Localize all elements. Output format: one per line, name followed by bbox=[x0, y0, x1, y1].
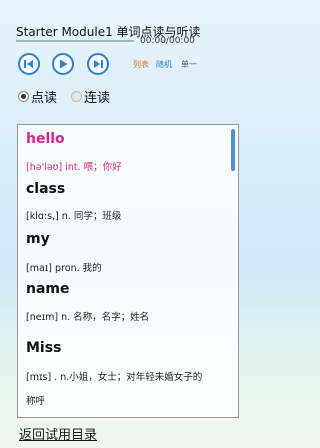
word-text: Miss bbox=[26, 340, 62, 356]
word-definition: [mɪs] . n.小姐，女士；对年轻未婚女子的 bbox=[26, 372, 203, 383]
list-mode-option[interactable]: 列表 bbox=[133, 59, 149, 70]
play-icon bbox=[60, 59, 68, 69]
time-display: 00:00/00:00 bbox=[140, 36, 195, 46]
skip-next-icon bbox=[94, 60, 103, 68]
word-definition: [maɪ] pron. 我的 bbox=[26, 263, 102, 274]
previous-button[interactable] bbox=[18, 53, 40, 75]
app: Starter Module1 单词点读与听读 00:00/00:00 列表 随… bbox=[0, 0, 247, 448]
radio-unselected-icon bbox=[71, 91, 83, 102]
list-item[interactable]: Miss bbox=[26, 340, 61, 356]
mode-label: 连读 bbox=[84, 91, 111, 106]
word-text: class bbox=[26, 181, 66, 197]
list-item[interactable]: my bbox=[26, 231, 50, 247]
word-definition: [hə'ləʊ] int. 喂；你好 bbox=[26, 162, 122, 173]
skip-previous-icon bbox=[24, 60, 33, 68]
word-text: name bbox=[26, 281, 70, 297]
word-definition-continued: 称呼 bbox=[26, 396, 46, 407]
word-text: hello bbox=[26, 131, 65, 147]
random-mode-option[interactable]: 随机 bbox=[156, 59, 172, 70]
next-button[interactable] bbox=[87, 53, 109, 75]
scrollbar[interactable] bbox=[231, 129, 235, 171]
word-definition: [klɑ:s,] n. 同学；班级 bbox=[26, 211, 122, 222]
progress-bar[interactable] bbox=[16, 40, 134, 42]
mode-radio-lianread[interactable]: 连读 bbox=[71, 87, 110, 106]
word-list[interactable]: hello [hə'ləʊ] int. 喂；你好 class [klɑ:s,] … bbox=[17, 124, 239, 418]
word-text: my bbox=[26, 231, 50, 247]
mode-label: 点读 bbox=[31, 91, 58, 106]
list-item[interactable]: hello bbox=[26, 131, 65, 147]
single-mode-option[interactable]: 单一 bbox=[181, 59, 197, 70]
mode-radio-dianread[interactable]: 点读 bbox=[18, 87, 57, 106]
list-item[interactable]: class bbox=[26, 181, 65, 197]
play-button[interactable] bbox=[52, 53, 74, 75]
back-to-catalog-link[interactable]: 返回试用目录 bbox=[19, 424, 97, 443]
list-item[interactable]: name bbox=[26, 281, 70, 297]
mode-selector: 点读 连读 bbox=[18, 87, 124, 106]
word-definition: [neɪm] n. 名称，名字；姓名 bbox=[26, 312, 150, 323]
radio-selected-icon bbox=[18, 91, 29, 102]
